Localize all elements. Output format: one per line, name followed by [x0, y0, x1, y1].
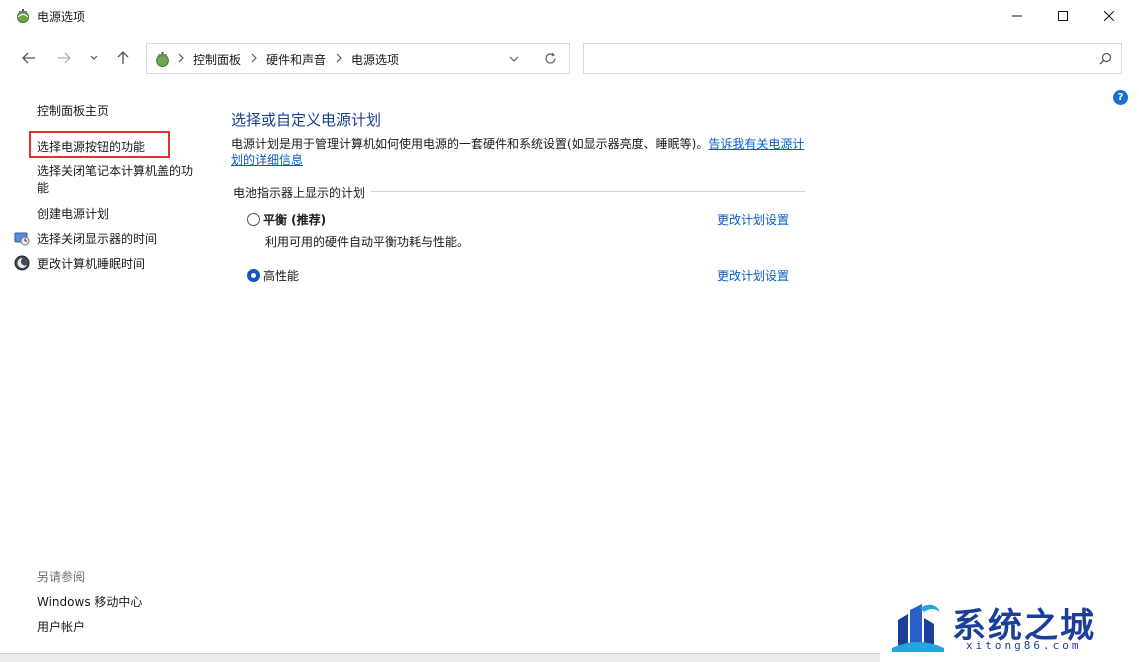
back-button[interactable]	[19, 48, 39, 68]
search-icon[interactable]	[1099, 52, 1112, 65]
maximize-icon	[1058, 11, 1068, 21]
chevron-down-icon	[90, 55, 98, 60]
section-label: 电池指示器上显示的计划	[233, 184, 372, 201]
close-icon	[1104, 11, 1114, 21]
windows-mobility-center-link[interactable]: Windows 移动中心	[37, 593, 142, 610]
sleep-time-link[interactable]: 更改计算机睡眠时间	[37, 255, 145, 272]
user-accounts-link[interactable]: 用户帐户	[37, 618, 85, 635]
page-description: 电源计划是用于管理计算机如何使用电源的一套硬件和系统设置(如显示器亮度、睡眠等)…	[231, 136, 811, 168]
chevron-right-icon	[251, 53, 257, 63]
choose-power-button-link[interactable]: 选择电源按钮的功能	[37, 138, 145, 155]
maximize-button[interactable]	[1040, 0, 1086, 32]
power-options-window: 电源选项 控制面板 硬件和声音 电源选项 控制面板主页 选择电源按钮的功能 选择…	[0, 0, 1139, 662]
address-dropdown-icon[interactable]	[509, 56, 519, 62]
breadcrumb-control-panel[interactable]: 控制面板	[193, 51, 241, 68]
create-power-plan-link[interactable]: 创建电源计划	[37, 205, 109, 222]
plan-balanced-description: 利用可用的硬件自动平衡功耗与性能。	[265, 235, 470, 249]
arrow-right-icon	[58, 52, 71, 64]
refresh-icon[interactable]	[544, 52, 557, 65]
forward-button[interactable]	[54, 48, 74, 68]
breadcrumb-power-options[interactable]: 电源选项	[351, 51, 399, 68]
watermark-logo-icon	[892, 604, 944, 652]
close-button[interactable]	[1086, 0, 1132, 32]
display-off-time-link[interactable]: 选择关闭显示器的时间	[37, 230, 157, 247]
breadcrumb-hardware-sound[interactable]: 硬件和声音	[266, 51, 326, 68]
watermark: 系统之城 xitong86.com	[880, 592, 1139, 661]
watermark-url: xitong86.com	[966, 639, 1082, 652]
help-icon[interactable]: ?	[1113, 90, 1128, 105]
search-input[interactable]	[583, 43, 1122, 74]
plan-balanced-radio[interactable]	[247, 213, 260, 226]
arrow-left-icon	[22, 52, 35, 64]
choose-lid-close-link[interactable]: 选择关闭笔记本计算机盖的功能	[37, 163, 202, 197]
see-also-label: 另请参阅	[37, 570, 86, 584]
plan-high-performance-name[interactable]: 高性能	[263, 267, 299, 284]
recent-locations-button[interactable]	[84, 48, 104, 68]
page-title: 选择或自定义电源计划	[231, 111, 382, 129]
plan-high-performance-radio[interactable]	[247, 269, 260, 282]
chevron-right-icon	[178, 53, 184, 63]
sleep-icon	[14, 255, 30, 271]
power-options-app-icon	[15, 8, 31, 24]
plan-high-performance-change-settings-link[interactable]: 更改计划设置	[717, 267, 789, 284]
description-text: 电源计划是用于管理计算机如何使用电源的一套硬件和系统设置(如显示器亮度、睡眠等)…	[231, 137, 709, 151]
arrow-up-icon	[117, 51, 129, 64]
up-button[interactable]	[113, 48, 133, 68]
control-panel-home-link[interactable]: 控制面板主页	[37, 102, 109, 119]
title-bar: 电源选项	[0, 0, 1139, 32]
control-panel-icon	[154, 51, 171, 68]
minimize-button[interactable]	[994, 0, 1040, 32]
address-bar[interactable]: 控制面板 硬件和声音 电源选项	[146, 43, 570, 74]
window-title: 电源选项	[37, 10, 86, 24]
minimize-icon	[1012, 15, 1022, 17]
plan-balanced-change-settings-link[interactable]: 更改计划设置	[717, 211, 789, 228]
plan-balanced-name[interactable]: 平衡 (推荐)	[263, 211, 326, 228]
display-icon	[14, 230, 30, 246]
navigation-bar: 控制面板 硬件和声音 电源选项	[0, 38, 1139, 78]
chevron-right-icon	[336, 53, 342, 63]
